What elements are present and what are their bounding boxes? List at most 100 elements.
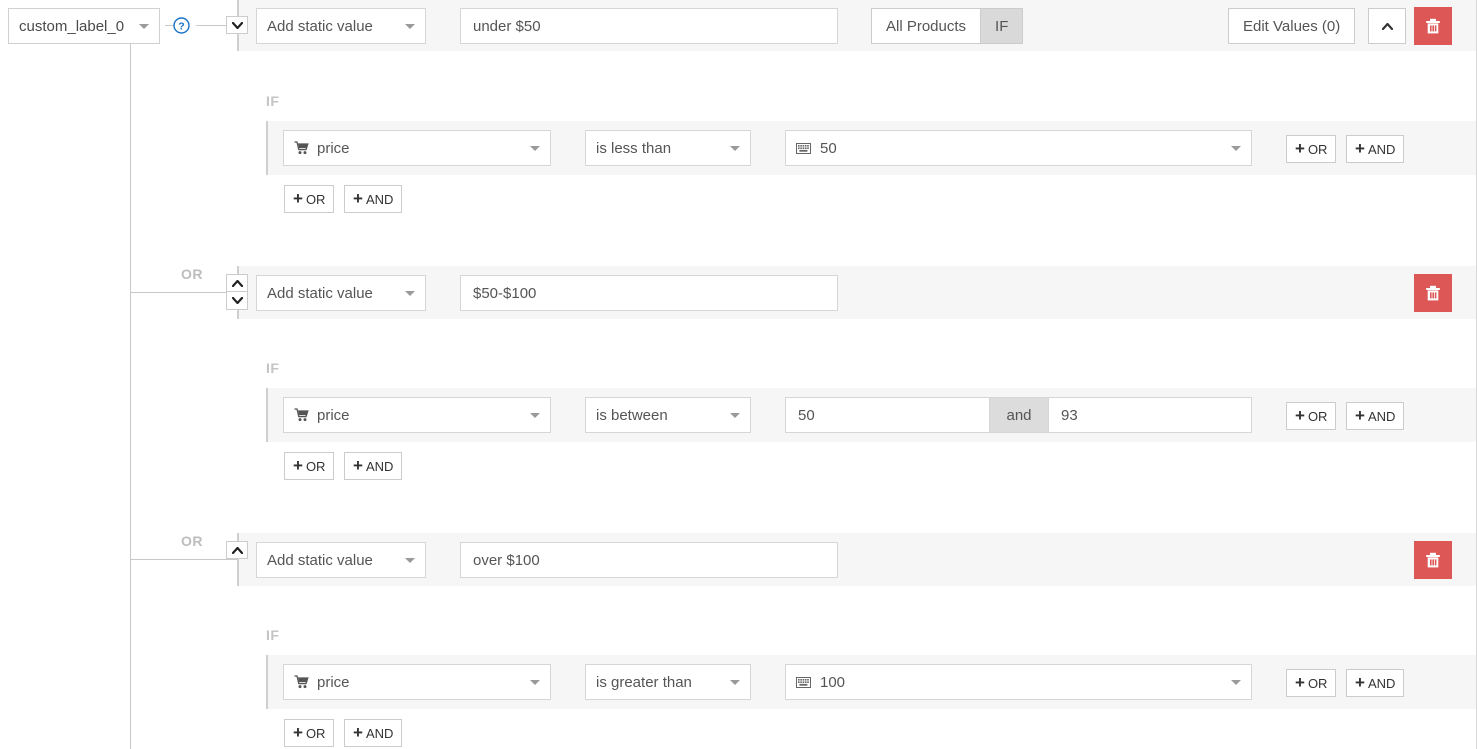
static-value-input[interactable]: under $50	[460, 8, 838, 44]
if-label: IF	[266, 627, 280, 643]
value-source-label: Add static value	[267, 551, 373, 569]
chevron-down-icon	[1231, 145, 1241, 151]
static-value-input[interactable]: $50-$100	[460, 275, 838, 311]
rule-order-controls	[226, 541, 248, 559]
condition-field-label: price	[317, 139, 350, 157]
condition-value-min-input[interactable]: 50	[785, 397, 990, 433]
add-or-label: OR	[305, 458, 326, 474]
add-and-condition-button[interactable]: + AND	[1346, 669, 1405, 697]
plus-icon: +	[1295, 406, 1305, 425]
between-and-separator: and	[990, 397, 1048, 433]
add-or-row-button[interactable]: + OR	[284, 719, 335, 747]
rule-order-controls	[226, 274, 248, 310]
condition-operator-label: is greater than	[596, 673, 692, 691]
plus-icon: +	[1355, 673, 1365, 692]
value-source-select[interactable]: Add static value	[256, 542, 426, 578]
trash-icon	[1426, 18, 1440, 33]
condition-field-select[interactable]: price	[283, 130, 551, 166]
add-and-label: AND	[365, 725, 394, 741]
svg-text:?: ?	[178, 20, 184, 32]
if-label: IF	[266, 360, 280, 376]
add-or-label: OR	[1307, 408, 1328, 424]
move-up-button[interactable]	[226, 274, 248, 292]
condition-value-text: 50	[820, 139, 837, 157]
plus-icon: +	[1355, 406, 1365, 425]
condition-operator-select[interactable]: is less than	[585, 130, 751, 166]
add-or-row-button[interactable]: + OR	[284, 452, 335, 480]
edit-values-button[interactable]: Edit Values (0)	[1228, 8, 1356, 44]
chevron-down-icon	[530, 679, 540, 685]
add-and-label: AND	[1367, 141, 1396, 157]
value-source-select[interactable]: Add static value	[256, 8, 426, 44]
rule-order-controls	[226, 16, 248, 34]
condition-operator-label: is between	[596, 406, 668, 424]
add-or-condition-button[interactable]: + OR	[1286, 669, 1337, 697]
rule-builder-canvas: custom_label_0 ? Add static value under …	[0, 0, 1477, 749]
delete-rule-button[interactable]	[1414, 7, 1452, 45]
keyboard-icon	[796, 142, 811, 154]
value-source-label: Add static value	[267, 17, 373, 35]
plus-icon: +	[1295, 673, 1305, 692]
condition-value-select[interactable]: 100	[785, 664, 1252, 700]
condition-value-max-input[interactable]: 93	[1048, 397, 1252, 433]
add-and-row-button[interactable]: + AND	[344, 452, 403, 480]
chevron-down-icon	[1231, 679, 1241, 685]
condition-field-label: price	[317, 406, 350, 424]
shopping-cart-icon	[294, 408, 309, 422]
add-or-condition-button[interactable]: + OR	[1286, 135, 1337, 163]
condition-field-select[interactable]: price	[283, 664, 551, 700]
add-or-label: OR	[1307, 675, 1328, 691]
delete-rule-button[interactable]	[1414, 541, 1452, 579]
value-source-select[interactable]: Add static value	[256, 275, 426, 311]
scope-all-products-button[interactable]: All Products	[872, 9, 980, 43]
condition-operator-label: is less than	[596, 139, 672, 157]
static-value-input[interactable]: over $100	[460, 542, 838, 578]
help-circle-icon[interactable]: ?	[173, 17, 190, 34]
add-and-condition-button[interactable]: + AND	[1346, 402, 1405, 430]
scope-toggle: All Products IF	[871, 8, 1024, 44]
add-and-row-button[interactable]: + AND	[344, 185, 403, 213]
chevron-down-icon	[730, 412, 740, 418]
plus-icon: +	[1355, 139, 1365, 158]
plus-icon: +	[293, 723, 303, 742]
chevron-down-icon	[405, 557, 415, 563]
condition-value-select[interactable]: 50	[785, 130, 1252, 166]
move-up-button[interactable]	[226, 541, 248, 559]
add-and-row-button[interactable]: + AND	[344, 719, 403, 747]
chevron-down-icon	[139, 23, 149, 29]
add-or-condition-button[interactable]: + OR	[1286, 402, 1337, 430]
if-label: IF	[266, 93, 280, 109]
condition-operator-select[interactable]: is between	[585, 397, 751, 433]
delete-rule-button[interactable]	[1414, 274, 1452, 312]
add-or-label: OR	[1307, 141, 1328, 157]
static-value-text: over $100	[473, 551, 540, 569]
add-and-label: AND	[365, 458, 394, 474]
add-and-condition-button[interactable]: + AND	[1346, 135, 1405, 163]
shopping-cart-icon	[294, 141, 309, 155]
attribute-select[interactable]: custom_label_0	[8, 8, 160, 44]
plus-icon: +	[353, 723, 363, 742]
condition-field-label: price	[317, 673, 350, 691]
or-connector-label: OR	[181, 266, 203, 282]
move-down-button[interactable]	[226, 16, 248, 34]
condition-value-text: 100	[820, 673, 846, 691]
plus-icon: +	[293, 456, 303, 475]
chevron-down-icon	[730, 679, 740, 685]
add-and-label: AND	[1367, 675, 1396, 691]
chevron-down-icon	[405, 23, 415, 29]
move-down-button[interactable]	[226, 292, 248, 310]
add-or-row-button[interactable]: + OR	[284, 185, 335, 213]
plus-icon: +	[1295, 139, 1305, 158]
add-and-label: AND	[365, 191, 394, 207]
tree-trunk-line	[130, 44, 131, 749]
plus-icon: +	[353, 189, 363, 208]
keyboard-icon	[796, 676, 811, 688]
condition-field-select[interactable]: price	[283, 397, 551, 433]
scope-if-button[interactable]: IF	[980, 9, 1023, 43]
collapse-button[interactable]	[1368, 8, 1406, 44]
condition-operator-select[interactable]: is greater than	[585, 664, 751, 700]
tree-branch-rule-3	[130, 559, 237, 560]
chevron-down-icon	[730, 145, 740, 151]
condition-value-max-text: 93	[1061, 406, 1078, 424]
chevron-down-icon	[530, 412, 540, 418]
